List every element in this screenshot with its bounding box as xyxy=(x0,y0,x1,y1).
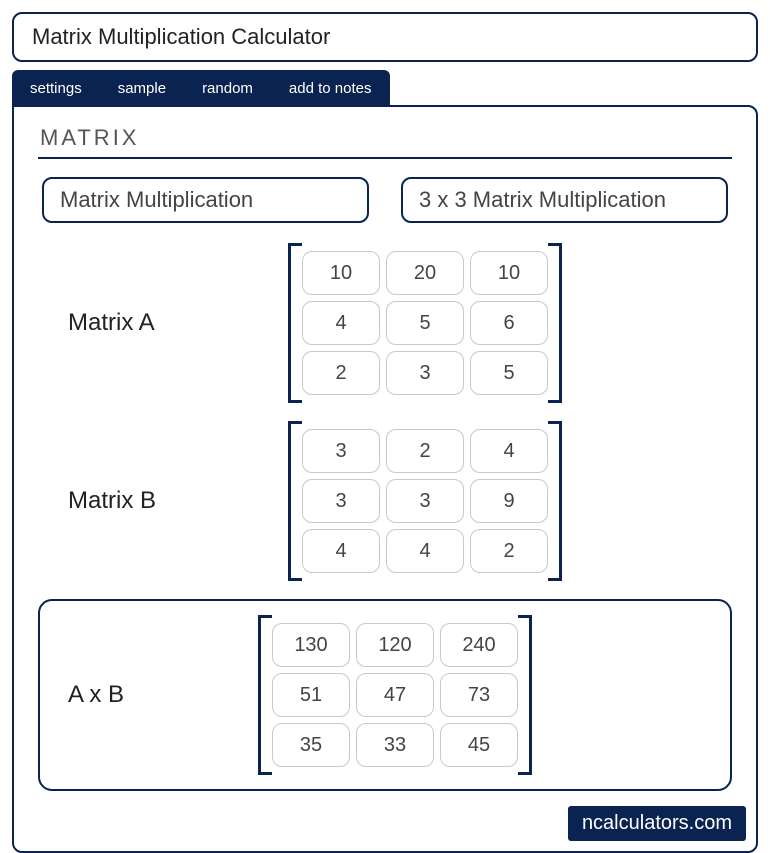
matrix-a-cell[interactable]: 3 xyxy=(386,351,464,395)
brand-badge[interactable]: ncalculators.com xyxy=(568,806,746,841)
matrix-a-cell[interactable]: 2 xyxy=(302,351,380,395)
matrix-b-cell[interactable]: 4 xyxy=(470,429,548,473)
page-title: Matrix Multiplication Calculator xyxy=(12,12,758,62)
matrix-b-cell[interactable]: 2 xyxy=(470,529,548,573)
result-cell: 51 xyxy=(272,673,350,717)
sample-button[interactable]: sample xyxy=(100,70,184,107)
result-cell: 73 xyxy=(440,673,518,717)
matrix-a-cell[interactable]: 4 xyxy=(302,301,380,345)
matrix-b-cell[interactable]: 9 xyxy=(470,479,548,523)
settings-button[interactable]: settings xyxy=(12,70,100,107)
matrix-a-grid: 10 20 10 4 5 6 2 3 5 xyxy=(288,243,562,403)
result-cell: 47 xyxy=(356,673,434,717)
result-label: A x B xyxy=(58,681,258,709)
result-cell: 33 xyxy=(356,723,434,767)
matrix-a-cell[interactable]: 5 xyxy=(386,301,464,345)
result-grid: 130 120 240 51 47 73 35 33 45 xyxy=(258,615,532,775)
bracket-left-icon xyxy=(288,243,302,403)
add-to-notes-button[interactable]: add to notes xyxy=(271,70,390,107)
matrix-a-cell[interactable]: 20 xyxy=(386,251,464,295)
matrix-a-row: Matrix A 10 20 10 4 5 6 2 3 5 xyxy=(38,243,732,403)
result-cell: 120 xyxy=(356,623,434,667)
matrix-b-label: Matrix B xyxy=(68,487,288,515)
mode-generic-button[interactable]: Matrix Multiplication xyxy=(42,177,369,223)
matrix-b-row: Matrix B 3 2 4 3 3 9 4 4 2 xyxy=(38,421,732,581)
result-cell: 35 xyxy=(272,723,350,767)
toolbar: settings sample random add to notes xyxy=(12,70,390,107)
bracket-right-icon xyxy=(518,615,532,775)
matrix-b-cell[interactable]: 4 xyxy=(386,529,464,573)
matrix-a-cell[interactable]: 10 xyxy=(470,251,548,295)
section-label: MATRIX xyxy=(38,121,732,159)
matrix-a-cell[interactable]: 5 xyxy=(470,351,548,395)
mode-3x3-button[interactable]: 3 x 3 Matrix Multiplication xyxy=(401,177,728,223)
result-cell: 130 xyxy=(272,623,350,667)
random-button[interactable]: random xyxy=(184,70,271,107)
matrix-b-cell[interactable]: 3 xyxy=(386,479,464,523)
matrix-a-label: Matrix A xyxy=(68,309,288,337)
bracket-left-icon xyxy=(258,615,272,775)
matrix-b-grid: 3 2 4 3 3 9 4 4 2 xyxy=(288,421,562,581)
matrix-b-cell[interactable]: 4 xyxy=(302,529,380,573)
bracket-right-icon xyxy=(548,243,562,403)
bracket-left-icon xyxy=(288,421,302,581)
matrix-a-cell[interactable]: 10 xyxy=(302,251,380,295)
main-panel: MATRIX Matrix Multiplication 3 x 3 Matri… xyxy=(12,105,758,853)
result-box: A x B 130 120 240 51 47 73 35 33 45 xyxy=(38,599,732,791)
matrix-b-cell[interactable]: 3 xyxy=(302,429,380,473)
matrix-b-cell[interactable]: 3 xyxy=(302,479,380,523)
result-cell: 45 xyxy=(440,723,518,767)
matrix-a-cell[interactable]: 6 xyxy=(470,301,548,345)
bracket-right-icon xyxy=(548,421,562,581)
result-cell: 240 xyxy=(440,623,518,667)
matrix-b-cell[interactable]: 2 xyxy=(386,429,464,473)
mode-row: Matrix Multiplication 3 x 3 Matrix Multi… xyxy=(38,177,732,223)
